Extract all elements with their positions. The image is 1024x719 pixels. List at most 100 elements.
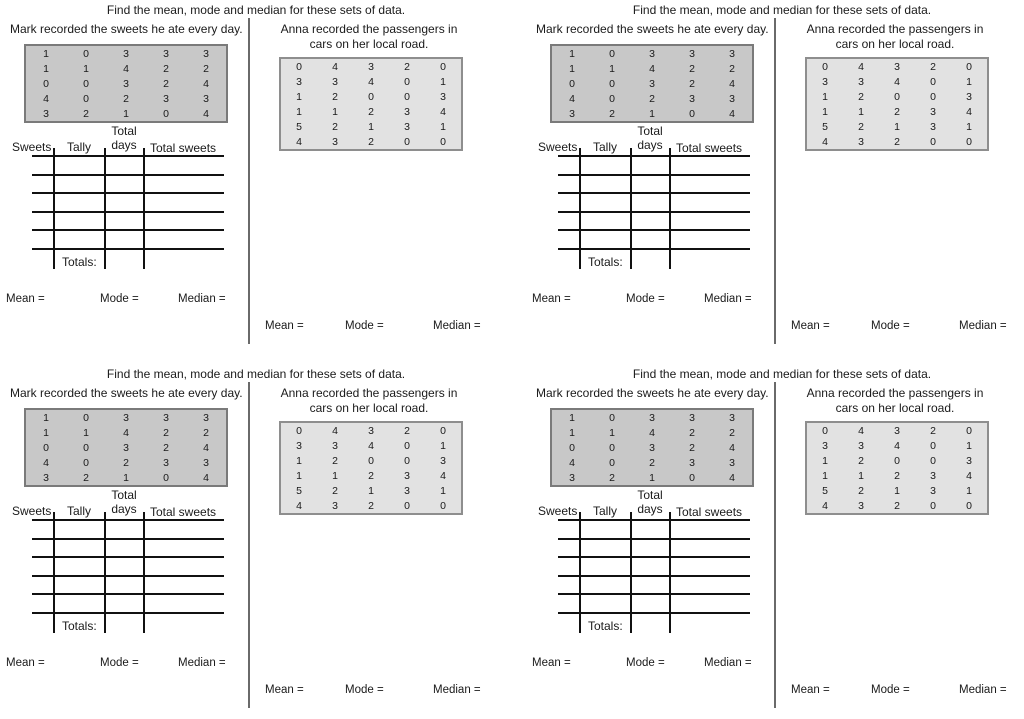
anna-cell: 2 xyxy=(368,135,374,148)
anna-cell: 2 xyxy=(368,105,374,118)
anna-question-title: Anna recorded the passengers in cars on … xyxy=(806,22,984,51)
anna-median-answer[interactable]: Median = xyxy=(959,684,1007,696)
anna-cell: 4 xyxy=(440,469,446,482)
anna-cell: 0 xyxy=(930,499,936,512)
column-divider xyxy=(53,512,55,633)
header-total-days-line1: Total xyxy=(111,124,137,138)
anna-cell: 1 xyxy=(966,439,972,452)
anna-cell: 4 xyxy=(858,60,864,73)
mark-mean-answer[interactable]: Mean = xyxy=(6,657,45,669)
column-divider xyxy=(630,148,632,269)
anna-cell: 2 xyxy=(332,90,338,103)
mark-median-answer[interactable]: Median = xyxy=(704,293,752,305)
anna-mode-answer[interactable]: Mode = xyxy=(871,684,910,696)
section-divider xyxy=(248,382,250,708)
anna-cell: 1 xyxy=(332,469,338,482)
anna-cell: 5 xyxy=(822,484,828,497)
anna-row: 4 3 2 0 0 xyxy=(280,498,462,514)
worksheet-copy: Find the mean, mode and median for these… xyxy=(526,0,1024,355)
anna-cell: 3 xyxy=(858,135,864,148)
anna-cell: 1 xyxy=(858,469,864,482)
anna-cell: 3 xyxy=(930,120,936,133)
anna-row: 5 2 1 3 1 xyxy=(806,483,988,498)
anna-cell: 4 xyxy=(822,499,828,512)
anna-cell: 0 xyxy=(966,424,972,437)
anna-row: 4 3 2 0 0 xyxy=(806,498,988,514)
anna-row: 1 2 0 0 3 xyxy=(806,89,988,104)
anna-row: 1 1 2 3 4 xyxy=(280,104,462,119)
anna-cell: 1 xyxy=(822,105,828,118)
mark-mode-answer[interactable]: Mode = xyxy=(100,293,139,305)
anna-mean-answer[interactable]: Mean = xyxy=(791,320,830,332)
anna-mode-answer[interactable]: Mode = xyxy=(345,684,384,696)
column-divider xyxy=(579,512,581,633)
mark-mode-answer[interactable]: Mode = xyxy=(100,657,139,669)
anna-cell: 3 xyxy=(930,484,936,497)
anna-median-answer[interactable]: Median = xyxy=(433,684,481,696)
section-divider xyxy=(774,382,776,708)
column-divider xyxy=(143,148,145,269)
column-divider xyxy=(630,512,632,633)
anna-mode-answer[interactable]: Mode = xyxy=(871,320,910,332)
anna-cell: 5 xyxy=(822,120,828,133)
anna-cell: 3 xyxy=(404,469,410,482)
row-line xyxy=(32,210,224,213)
anna-median-answer[interactable]: Median = xyxy=(433,320,481,332)
anna-cell: 1 xyxy=(332,105,338,118)
anna-cell: 2 xyxy=(368,469,374,482)
mark-mean-answer[interactable]: Mean = xyxy=(532,293,571,305)
anna-cell: 4 xyxy=(966,105,972,118)
mark-mode-answer[interactable]: Mode = xyxy=(626,657,665,669)
header-total-sweets: Total sweets xyxy=(150,505,217,519)
anna-mode-answer[interactable]: Mode = xyxy=(345,320,384,332)
anna-cell: 0 xyxy=(930,75,936,88)
anna-cell: 3 xyxy=(894,60,900,73)
anna-cell: 0 xyxy=(296,424,302,437)
anna-row: 0 4 3 2 0 xyxy=(806,58,988,74)
anna-cell: 2 xyxy=(930,424,936,437)
anna-cell: 1 xyxy=(440,439,446,452)
anna-mean-answer[interactable]: Mean = xyxy=(265,320,304,332)
anna-cell: 2 xyxy=(368,499,374,512)
totals-label: Totals: xyxy=(588,255,623,269)
anna-row: 1 2 0 0 3 xyxy=(280,453,462,468)
anna-cell: 3 xyxy=(332,135,338,148)
anna-cell: 0 xyxy=(822,424,828,437)
mark-median-answer[interactable]: Median = xyxy=(178,657,226,669)
anna-cell: 1 xyxy=(822,90,828,103)
anna-cell: 1 xyxy=(966,75,972,88)
anna-cell: 4 xyxy=(822,135,828,148)
anna-cell: 0 xyxy=(966,499,972,512)
anna-mean-answer[interactable]: Mean = xyxy=(791,684,830,696)
worksheet-copy: Find the mean, mode and median for these… xyxy=(0,0,512,355)
header-total-days-line2: days xyxy=(111,138,137,152)
anna-cell: 0 xyxy=(404,439,410,452)
mark-mean-answer[interactable]: Mean = xyxy=(532,657,571,669)
header-total-days-line2: days xyxy=(637,138,663,152)
anna-cell: 1 xyxy=(296,469,302,482)
anna-cell: 0 xyxy=(822,60,828,73)
mark-median-answer[interactable]: Median = xyxy=(704,657,752,669)
header-total-days: Total days xyxy=(631,124,669,152)
mark-mode-answer[interactable]: Mode = xyxy=(626,293,665,305)
anna-cell: 0 xyxy=(368,454,374,467)
anna-cell: 2 xyxy=(858,454,864,467)
anna-cell: 4 xyxy=(332,60,338,73)
anna-question-title: Anna recorded the passengers in cars on … xyxy=(806,386,984,415)
header-total-days-line2: days xyxy=(637,502,663,516)
mark-mean-answer[interactable]: Mean = xyxy=(6,293,45,305)
anna-row: 5 2 1 3 1 xyxy=(280,483,462,498)
anna-cell: 4 xyxy=(368,439,374,452)
anna-cell: 3 xyxy=(858,499,864,512)
header-tally: Tally xyxy=(593,140,618,154)
anna-cell: 4 xyxy=(894,75,900,88)
anna-cell: 2 xyxy=(404,424,410,437)
header-total-sweets: Total sweets xyxy=(676,505,743,519)
header-tally: Tally xyxy=(593,504,618,518)
worksheet-copy: Find the mean, mode and median for these… xyxy=(526,364,1024,719)
anna-median-answer[interactable]: Median = xyxy=(959,320,1007,332)
anna-mean-answer[interactable]: Mean = xyxy=(265,684,304,696)
anna-cell: 0 xyxy=(404,454,410,467)
anna-cell: 3 xyxy=(440,90,446,103)
mark-median-answer[interactable]: Median = xyxy=(178,293,226,305)
